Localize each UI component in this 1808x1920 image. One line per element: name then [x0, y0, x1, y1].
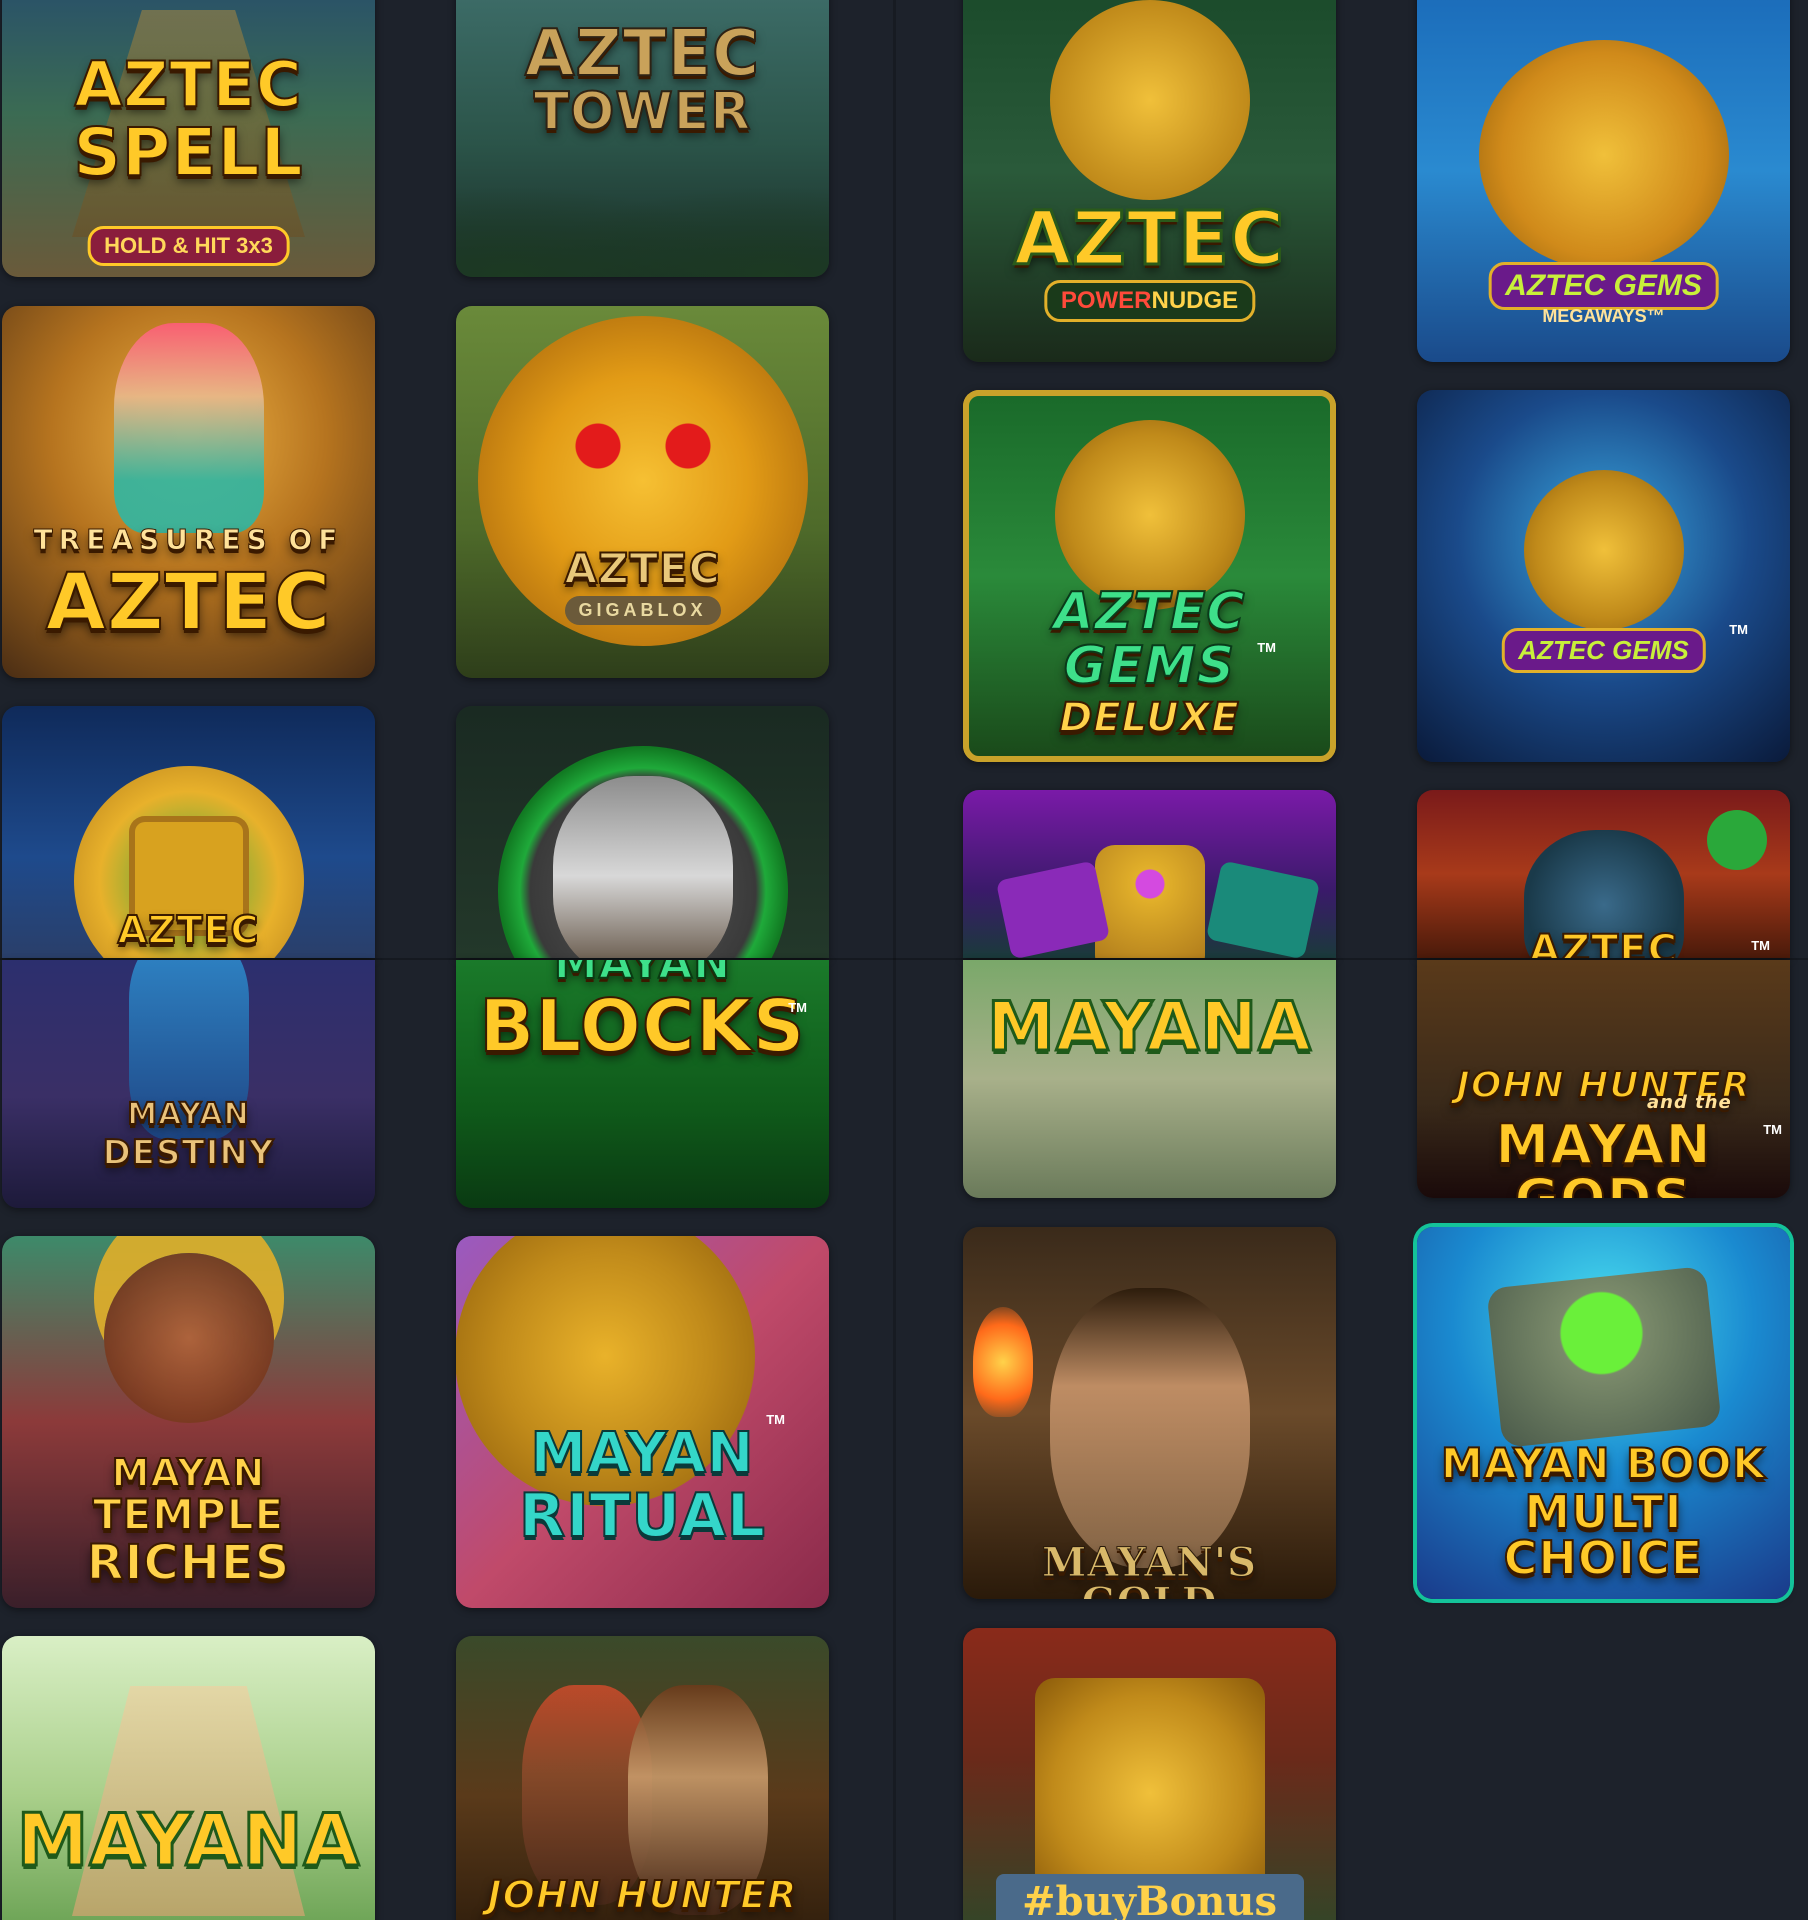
game-title: AZTEC — [45, 558, 332, 648]
game-title: AZTEC — [1528, 927, 1678, 958]
game-title: MAYAN — [111, 1451, 266, 1495]
game-tile-wolf[interactable] — [456, 706, 829, 958]
game-title-banner: AZTEC GEMS — [1501, 628, 1706, 673]
game-title: MAYAN'S GOLD — [1041, 1539, 1258, 1599]
book-icon — [1485, 1265, 1722, 1449]
game-title: TOWER — [533, 82, 752, 142]
column-divider — [893, 0, 896, 1920]
game-tile-aztec-powernudge[interactable]: AZTEC POWERNUDGE — [963, 0, 1336, 362]
game-title: MAYAN — [529, 1421, 755, 1486]
idol-head — [1523, 470, 1684, 630]
game-subtitle: MEGAWAYS™ — [1542, 306, 1665, 326]
game-tile-mayana-bottom[interactable]: MAYANA — [2, 1636, 375, 1920]
sun-disc — [1049, 0, 1250, 200]
character-figure — [113, 322, 264, 533]
game-tile-aztec-gems-deluxe[interactable]: AZTEC GEMS DELUXE TM — [963, 390, 1336, 762]
game-title: JOHN HUNTER — [487, 1873, 798, 1917]
game-subtitle: GIGABLOX — [564, 596, 721, 625]
game-title: AZTEC — [117, 908, 260, 952]
gem-idol-icon — [1094, 845, 1205, 958]
character-portrait — [1049, 1288, 1250, 1569]
game-title: MAYAN GODS — [1494, 1113, 1712, 1199]
wolf-icon — [552, 776, 733, 958]
character-face — [103, 1252, 274, 1423]
game-tile-aztec-gems[interactable]: AZTEC GEMS TM — [1417, 390, 1790, 762]
game-tile-treasures-of-aztec[interactable]: TREASURES OF AZTEC — [2, 306, 375, 678]
game-tile-john-hunter-mayan-gods[interactable]: JOHN HUNTER and the MAYAN GODS TM — [1417, 960, 1790, 1198]
game-tile-aztec-gigablox[interactable]: AZTEC GIGABLOX — [456, 306, 829, 678]
game-tile-mayana-top[interactable]: MAYANA — [963, 960, 1336, 1198]
trademark: TM — [1257, 640, 1276, 655]
game-tile-aztec-tower[interactable]: AZTEC TOWER — [456, 0, 829, 277]
game-tile-mayan-ritual[interactable]: MAYAN RITUAL TM — [456, 1236, 829, 1608]
game-title: SPELL — [72, 114, 304, 191]
game-tile-gem-idol[interactable] — [963, 790, 1336, 958]
game-tile-aztec-bonanza[interactable]: AZTEC — [2, 706, 375, 958]
jungle-foliage — [456, 160, 829, 277]
game-title: AZTEC — [1052, 582, 1246, 642]
game-title: AZTEC — [524, 17, 761, 91]
trademark: TM — [766, 1412, 785, 1427]
game-subtitle: POWERNUDGE — [1043, 280, 1256, 322]
game-tile-aztec-spell[interactable]: AZTEC SPELL HOLD & HIT 3x3 — [2, 0, 375, 277]
game-title: MAYAN — [553, 960, 732, 989]
game-title: MAYAN — [126, 1097, 250, 1132]
trademark: TM — [1729, 622, 1748, 637]
game-title: DESTINY — [102, 1133, 275, 1173]
game-tile-aztec-gems-megaways[interactable]: AZTEC GEMS MEGAWAYS™ — [1417, 0, 1790, 362]
subtitle-nudge: NUDGE — [1151, 287, 1239, 314]
game-title-banner: #buyBonus — [995, 1874, 1304, 1920]
game-title: RICHES — [86, 1535, 291, 1591]
game-title: BLOCKS — [479, 984, 806, 1068]
torch-flame — [973, 1307, 1033, 1417]
trademark: TM — [1763, 1122, 1782, 1137]
game-tagline: and the — [1647, 1092, 1732, 1113]
game-tile-serpent[interactable]: AZTEC TM — [1417, 790, 1790, 958]
trademark: TM — [788, 1000, 807, 1015]
game-tile-buy-bonus[interactable]: #buyBonus — [963, 1628, 1336, 1920]
game-title: MAYANA — [986, 988, 1313, 1067]
game-title: MULTI CHOICE — [1503, 1485, 1704, 1585]
game-tile-mayans-gold[interactable]: MAYAN'S GOLD — [963, 1227, 1336, 1599]
green-snake — [1707, 810, 1767, 870]
game-title: AZTEC — [73, 48, 303, 121]
game-tile-mayan-book-multi-choice[interactable]: MAYAN BOOK MULTI CHOICE — [1417, 1227, 1790, 1599]
game-title: MAYANA — [15, 1798, 361, 1882]
game-tile-john-hunter-bottom[interactable]: JOHN HUNTER — [456, 1636, 829, 1920]
subtitle-power: POWER — [1060, 287, 1152, 314]
game-grid: AZTEC SPELL HOLD & HIT 3x3 TREASURES OF … — [0, 0, 1808, 1920]
mask-eyes — [552, 416, 733, 476]
game-tile-mayan-blocks[interactable]: MAYAN BLOCKS TM — [456, 960, 829, 1208]
game-title: AZTEC — [1012, 196, 1286, 282]
game-badge: HOLD & HIT 3x3 — [87, 226, 290, 266]
game-title: MAYAN BOOK — [1440, 1439, 1766, 1488]
game-title: AZTEC — [563, 544, 721, 593]
trademark: TM — [1751, 938, 1770, 953]
game-title: RITUAL — [518, 1481, 766, 1551]
game-tile-mayan-temple-riches[interactable]: MAYAN TEMPLE RICHES — [2, 1236, 375, 1608]
game-title: DELUXE — [1058, 695, 1240, 741]
game-title: TEMPLE — [92, 1490, 285, 1539]
idol-head — [1478, 40, 1729, 270]
game-tile-mayan-destiny[interactable]: MAYAN DESTINY — [2, 960, 375, 1208]
game-subtitle: TREASURES OF — [33, 523, 344, 556]
